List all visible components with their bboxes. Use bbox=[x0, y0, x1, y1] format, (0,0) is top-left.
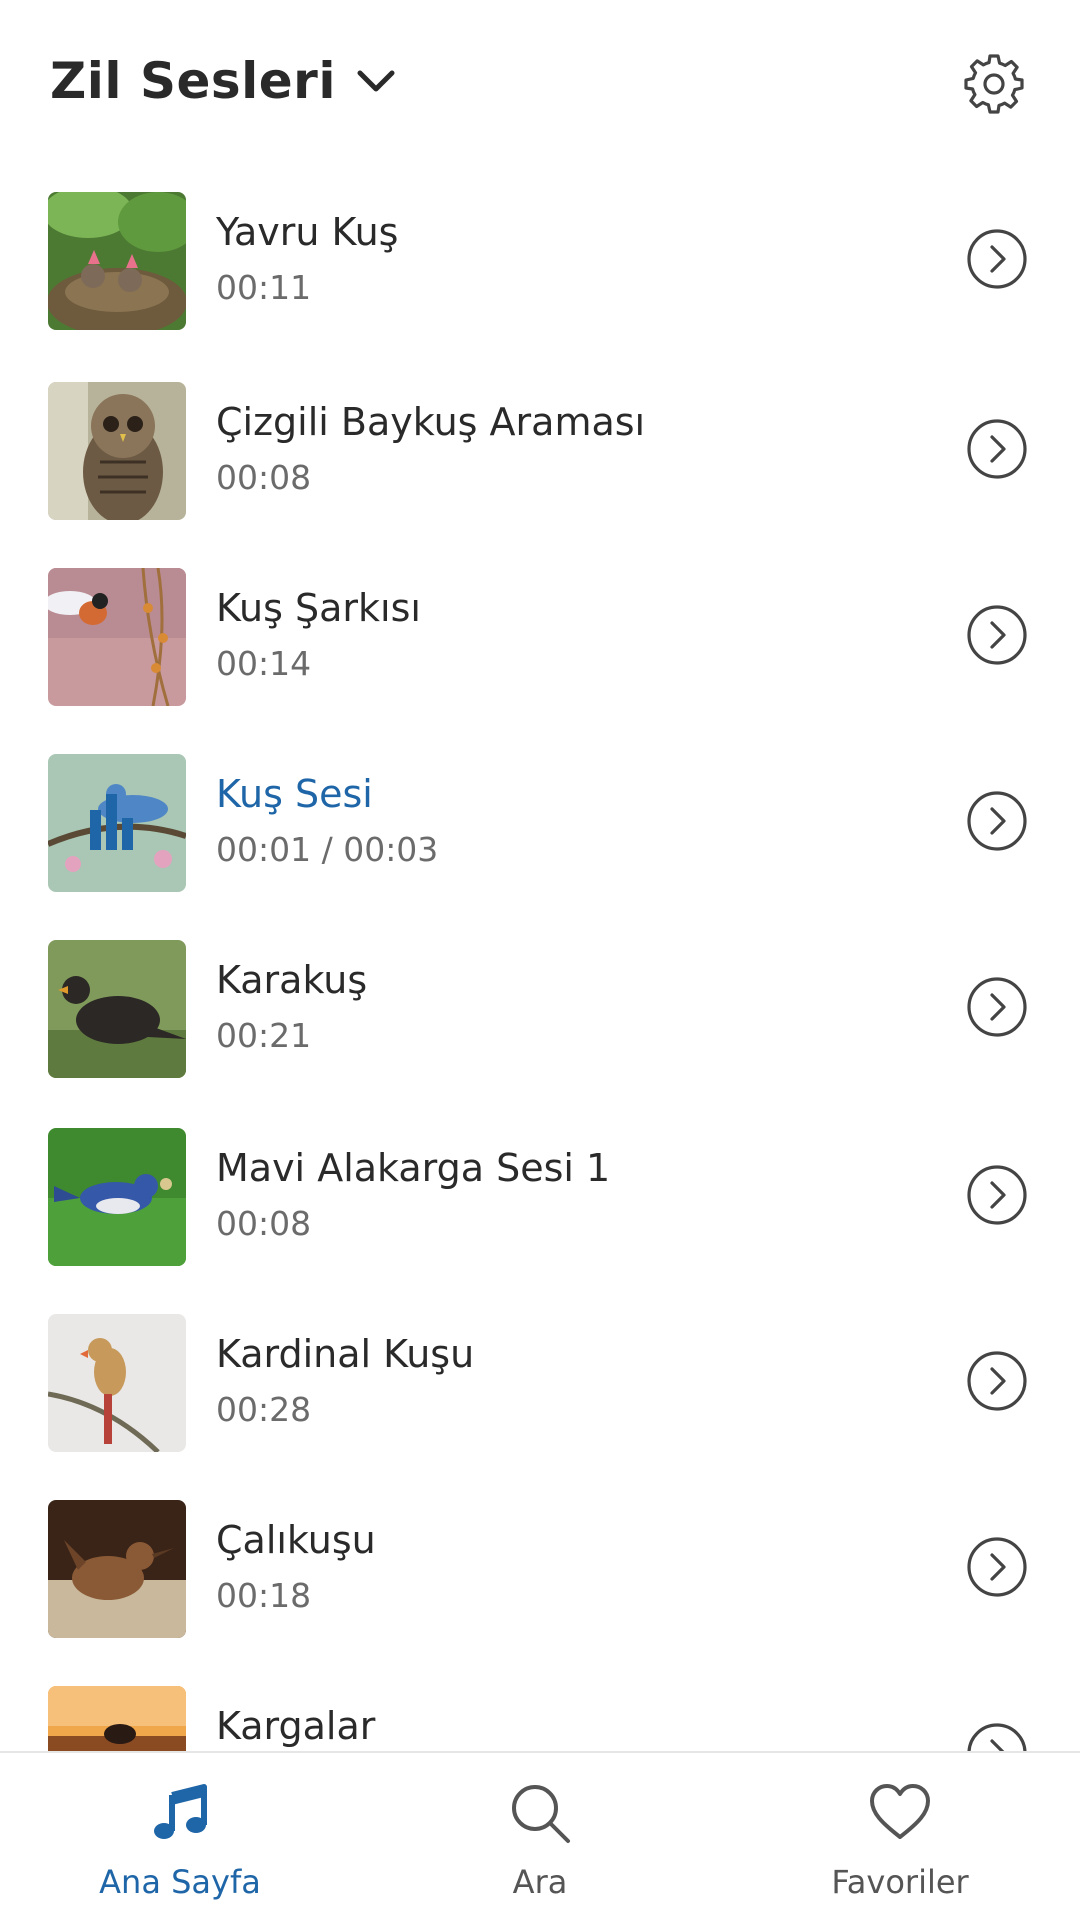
page-title: Zil Sesleri bbox=[50, 52, 336, 110]
ringtone-name: Kardinal Kuşu bbox=[216, 1332, 475, 1376]
ringtone-duration: 00:21 bbox=[216, 1016, 312, 1055]
ringtone-duration: 00:28 bbox=[216, 1390, 312, 1429]
tab-favorites[interactable]: Favoriler bbox=[720, 1753, 1080, 1920]
thumbnail-image bbox=[48, 192, 186, 330]
tab-label: Ara bbox=[512, 1863, 568, 1901]
chevron-right-circle-icon[interactable] bbox=[966, 1536, 1028, 1598]
title-dropdown[interactable]: Zil Sesleri bbox=[50, 52, 398, 110]
ringtone-duration: 00:08 bbox=[216, 1204, 312, 1243]
list-item[interactable]: Kargalar bbox=[0, 1680, 1080, 1751]
ringtone-duration: 00:14 bbox=[216, 644, 312, 683]
gear-icon[interactable] bbox=[962, 52, 1026, 116]
heart-icon bbox=[870, 1784, 930, 1839]
list-item[interactable]: Kuş Sesi 00:01 / 00:03 bbox=[0, 748, 1080, 934]
thumbnail-image bbox=[48, 1686, 186, 1751]
ringtone-name: Yavru Kuş bbox=[216, 210, 399, 254]
thumbnail-image bbox=[48, 568, 186, 706]
thumbnail-image bbox=[48, 1128, 186, 1266]
chevron-right-circle-icon[interactable] bbox=[966, 976, 1028, 1038]
list-item[interactable]: Yavru Kuş 00:11 bbox=[0, 186, 1080, 372]
chevron-right-circle-icon[interactable] bbox=[966, 604, 1028, 666]
chevron-down-icon bbox=[357, 70, 395, 92]
chevron-right-circle-icon[interactable] bbox=[966, 790, 1028, 852]
chevron-right-circle-icon[interactable] bbox=[966, 418, 1028, 480]
thumbnail-image bbox=[48, 1500, 186, 1638]
thumbnail-image bbox=[48, 382, 186, 520]
ringtone-name: Kargalar bbox=[216, 1704, 376, 1748]
ringtone-name: Mavi Alakarga Sesi 1 bbox=[216, 1146, 611, 1190]
tab-label: Favoriler bbox=[831, 1863, 969, 1901]
ringtone-name: Çizgili Baykuş Araması bbox=[216, 400, 646, 444]
search-icon bbox=[512, 1785, 570, 1843]
ringtone-name: Kuş Şarkısı bbox=[216, 586, 421, 630]
bottom-navigation: Ana Sayfa Ara Favoriler bbox=[0, 1751, 1080, 1920]
tab-home[interactable]: Ana Sayfa bbox=[0, 1753, 360, 1920]
list-item[interactable]: Mavi Alakarga Sesi 1 00:08 bbox=[0, 1122, 1080, 1308]
thumbnail-image bbox=[48, 754, 186, 892]
tab-label: Ana Sayfa bbox=[99, 1863, 261, 1901]
ringtone-name: Çalıkuşu bbox=[216, 1518, 376, 1562]
list-item[interactable]: Karakuş 00:21 bbox=[0, 934, 1080, 1120]
ringtone-list: Yavru Kuş 00:11 Çizgili Baykuş Araması 0… bbox=[0, 186, 1080, 1751]
list-item[interactable]: Çalıkuşu 00:18 bbox=[0, 1494, 1080, 1680]
thumbnail-image bbox=[48, 940, 186, 1078]
ringtone-duration: 00:01 / 00:03 bbox=[216, 830, 439, 869]
chevron-right-circle-icon[interactable] bbox=[966, 1350, 1028, 1412]
music-note-icon bbox=[154, 1784, 207, 1839]
chevron-right-circle-icon[interactable] bbox=[966, 228, 1028, 290]
list-item[interactable]: Kardinal Kuşu 00:28 bbox=[0, 1308, 1080, 1494]
ringtone-name: Kuş Sesi bbox=[216, 772, 373, 816]
ringtone-duration: 00:08 bbox=[216, 458, 312, 497]
list-item[interactable]: Çizgili Baykuş Araması 00:08 bbox=[0, 376, 1080, 562]
chevron-right-circle-icon[interactable] bbox=[966, 1164, 1028, 1226]
tab-search[interactable]: Ara bbox=[360, 1753, 720, 1920]
ringtone-name: Karakuş bbox=[216, 958, 368, 1002]
thumbnail-image bbox=[48, 1314, 186, 1452]
ringtone-duration: 00:11 bbox=[216, 268, 312, 307]
app-header: Zil Sesleri bbox=[0, 0, 1080, 170]
list-item[interactable]: Kuş Şarkısı 00:14 bbox=[0, 562, 1080, 748]
ringtone-duration: 00:18 bbox=[216, 1576, 312, 1615]
chevron-right-circle-icon[interactable] bbox=[966, 1722, 1028, 1751]
